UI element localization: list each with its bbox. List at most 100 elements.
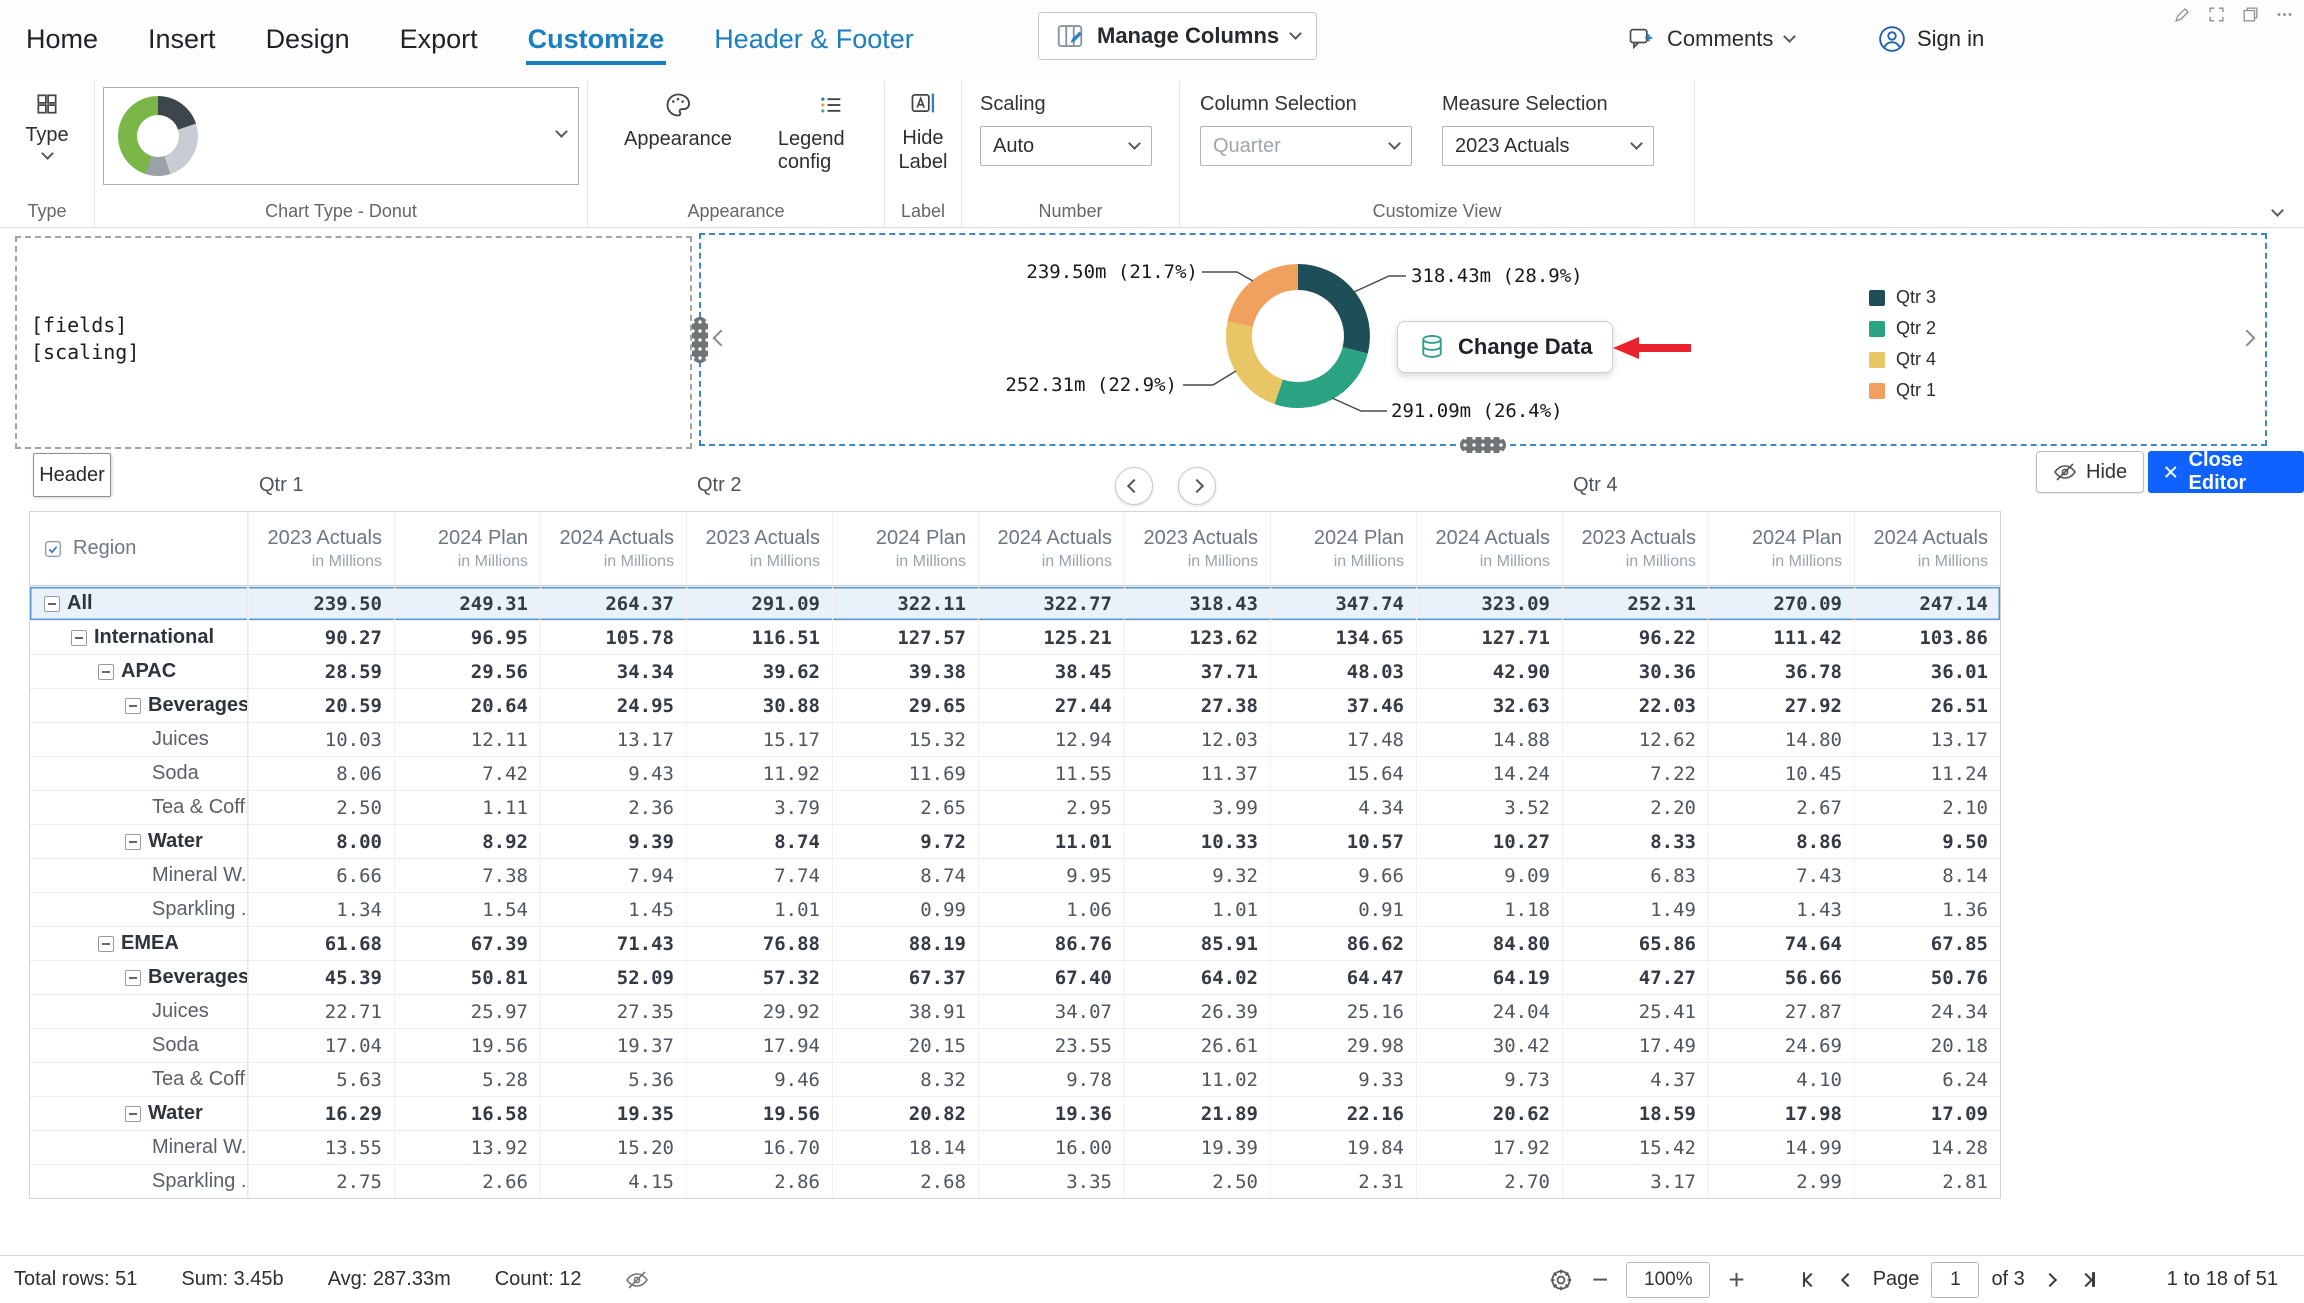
value-cell[interactable]: 1.54	[394, 893, 540, 926]
value-cell[interactable]: 96.22	[1562, 621, 1708, 654]
value-cell[interactable]: 7.74	[686, 859, 832, 892]
value-cell[interactable]: 11.24	[1854, 757, 2000, 790]
page-input[interactable]	[1931, 1262, 1979, 1298]
value-cell[interactable]: 38.91	[832, 995, 978, 1028]
value-cell[interactable]: 127.71	[1416, 621, 1562, 654]
value-cell[interactable]: 2.50	[1124, 1165, 1270, 1198]
value-cell[interactable]: 76.88	[686, 927, 832, 960]
value-cell[interactable]: 20.15	[832, 1029, 978, 1062]
value-cell[interactable]: 8.92	[394, 825, 540, 858]
column-header[interactable]: 2023 Actualsin Millions	[686, 512, 832, 585]
value-cell[interactable]: 291.09	[686, 587, 832, 620]
region-header-cell[interactable]: Region	[30, 512, 248, 585]
value-cell[interactable]: 9.50	[1854, 825, 2000, 858]
collapse-icon[interactable]	[125, 1106, 141, 1122]
value-cell[interactable]: 14.88	[1416, 723, 1562, 756]
resize-handle-left[interactable]	[692, 317, 708, 363]
value-cell[interactable]: 105.78	[540, 621, 686, 654]
scroll-columns-right-button[interactable]	[1178, 467, 1216, 505]
row-label-cell[interactable]: Water	[30, 825, 248, 858]
value-cell[interactable]: 9.78	[978, 1063, 1124, 1096]
value-cell[interactable]: 14.28	[1854, 1131, 2000, 1164]
value-cell[interactable]: 15.42	[1562, 1131, 1708, 1164]
value-cell[interactable]: 7.42	[394, 757, 540, 790]
value-cell[interactable]: 23.55	[978, 1029, 1124, 1062]
value-cell[interactable]: 65.86	[1562, 927, 1708, 960]
value-cell[interactable]: 1.01	[686, 893, 832, 926]
value-cell[interactable]: 45.39	[248, 961, 394, 994]
chart-canvas-panel[interactable]: 239.50m (21.7%) 318.43m (28.9%) 252.31m …	[699, 233, 2267, 446]
value-cell[interactable]: 13.17	[540, 723, 686, 756]
value-cell[interactable]: 64.19	[1416, 961, 1562, 994]
value-cell[interactable]: 27.87	[1708, 995, 1854, 1028]
value-cell[interactable]: 15.64	[1270, 757, 1416, 790]
value-cell[interactable]: 15.32	[832, 723, 978, 756]
change-data-button[interactable]: Change Data	[1397, 321, 1613, 373]
row-label-cell[interactable]: Beverages	[30, 961, 248, 994]
value-cell[interactable]: 9.72	[832, 825, 978, 858]
gear-icon[interactable]	[1548, 1267, 1574, 1293]
value-cell[interactable]: 11.69	[832, 757, 978, 790]
value-cell[interactable]: 15.17	[686, 723, 832, 756]
tab-header-footer[interactable]: Header & Footer	[712, 16, 916, 65]
value-cell[interactable]: 9.46	[686, 1063, 832, 1096]
collapse-icon[interactable]	[98, 936, 114, 952]
collapse-icon[interactable]	[125, 970, 141, 986]
value-cell[interactable]: 19.39	[1124, 1131, 1270, 1164]
value-cell[interactable]: 3.35	[978, 1165, 1124, 1198]
value-cell[interactable]: 71.43	[540, 927, 686, 960]
value-cell[interactable]: 74.64	[1708, 927, 1854, 960]
value-cell[interactable]: 12.62	[1562, 723, 1708, 756]
value-cell[interactable]: 20.82	[832, 1097, 978, 1130]
tab-design[interactable]: Design	[264, 16, 352, 65]
value-cell[interactable]: 64.47	[1270, 961, 1416, 994]
value-cell[interactable]: 29.65	[832, 689, 978, 722]
value-cell[interactable]: 12.03	[1124, 723, 1270, 756]
value-cell[interactable]: 36.78	[1708, 655, 1854, 688]
value-cell[interactable]: 7.38	[394, 859, 540, 892]
zoom-out-icon[interactable]: −	[1592, 1266, 1608, 1294]
value-cell[interactable]: 127.57	[832, 621, 978, 654]
value-cell[interactable]: 2.68	[832, 1165, 978, 1198]
value-cell[interactable]: 42.90	[1416, 655, 1562, 688]
value-cell[interactable]: 1.06	[978, 893, 1124, 926]
value-cell[interactable]: 17.92	[1416, 1131, 1562, 1164]
collapse-icon[interactable]	[125, 698, 141, 714]
value-cell[interactable]: 29.98	[1270, 1029, 1416, 1062]
value-cell[interactable]: 34.34	[540, 655, 686, 688]
value-cell[interactable]: 10.45	[1708, 757, 1854, 790]
value-cell[interactable]: 264.37	[540, 587, 686, 620]
value-cell[interactable]: 2.31	[1270, 1165, 1416, 1198]
value-cell[interactable]: 84.80	[1416, 927, 1562, 960]
value-cell[interactable]: 9.73	[1416, 1063, 1562, 1096]
value-cell[interactable]: 29.92	[686, 995, 832, 1028]
value-cell[interactable]: 1.36	[1854, 893, 2000, 926]
windows-icon[interactable]	[2241, 5, 2260, 24]
value-cell[interactable]: 9.66	[1270, 859, 1416, 892]
value-cell[interactable]: 64.02	[1124, 961, 1270, 994]
value-cell[interactable]: 20.62	[1416, 1097, 1562, 1130]
value-cell[interactable]: 9.43	[540, 757, 686, 790]
value-cell[interactable]: 32.63	[1416, 689, 1562, 722]
value-cell[interactable]: 39.38	[832, 655, 978, 688]
value-cell[interactable]: 22.03	[1562, 689, 1708, 722]
column-header[interactable]: 2024 Planin Millions	[1708, 512, 1854, 585]
scaling-select[interactable]: Auto	[980, 126, 1152, 166]
value-cell[interactable]: 67.40	[978, 961, 1124, 994]
value-cell[interactable]: 2.20	[1562, 791, 1708, 824]
collapse-icon[interactable]	[98, 664, 114, 680]
value-cell[interactable]: 5.36	[540, 1063, 686, 1096]
value-cell[interactable]: 20.18	[1854, 1029, 2000, 1062]
first-page-button[interactable]	[1797, 1267, 1823, 1293]
value-cell[interactable]: 8.06	[248, 757, 394, 790]
value-cell[interactable]: 6.66	[248, 859, 394, 892]
value-cell[interactable]: 16.29	[248, 1097, 394, 1130]
value-cell[interactable]: 5.28	[394, 1063, 540, 1096]
value-cell[interactable]: 30.36	[1562, 655, 1708, 688]
value-cell[interactable]: 7.94	[540, 859, 686, 892]
row-label-cell[interactable]: Tea & Coff...	[30, 791, 248, 824]
value-cell[interactable]: 3.52	[1416, 791, 1562, 824]
value-cell[interactable]: 8.74	[686, 825, 832, 858]
value-cell[interactable]: 11.92	[686, 757, 832, 790]
value-cell[interactable]: 26.39	[1124, 995, 1270, 1028]
